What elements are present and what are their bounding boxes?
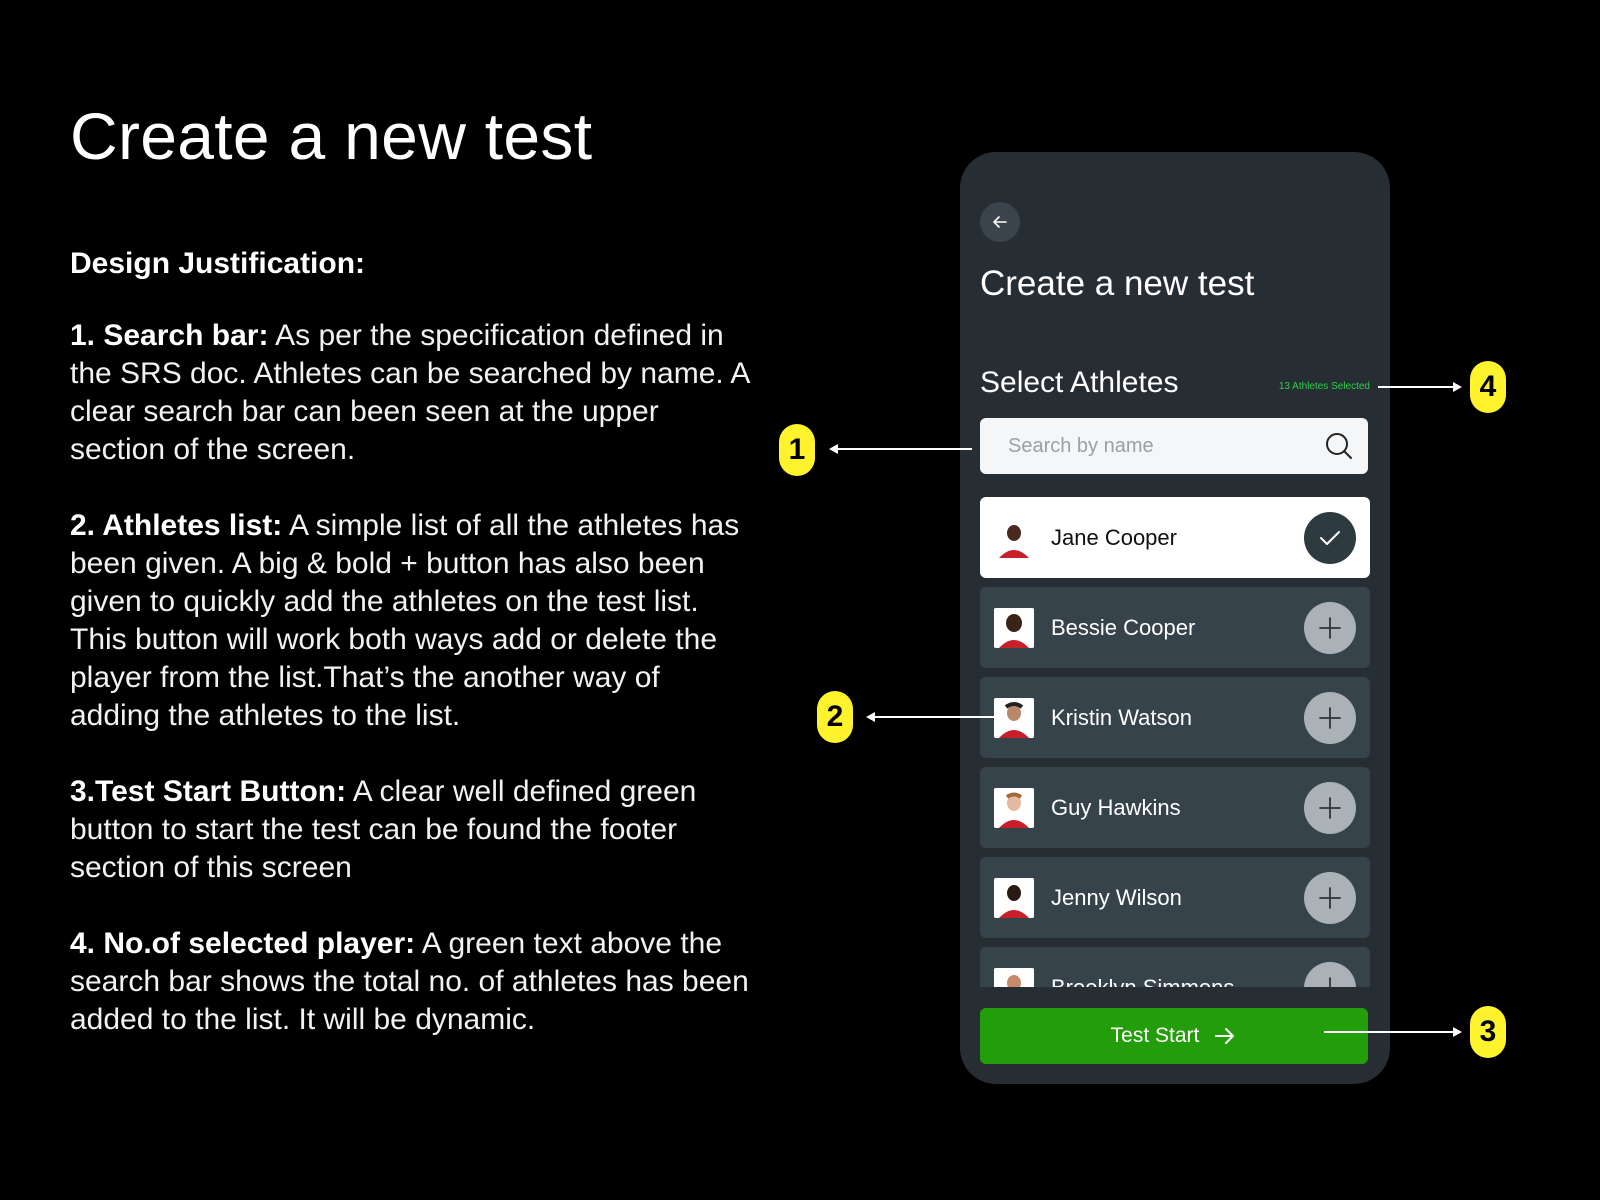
avatar: [994, 607, 1034, 648]
check-icon: [1320, 530, 1340, 545]
plus-icon: [1319, 706, 1341, 729]
point-selected-count: 4. No.of selected player: A green text a…: [70, 925, 750, 1039]
athlete-name: Bessie Cooper: [1051, 614, 1196, 640]
avatar: [994, 697, 1034, 738]
search-bar[interactable]: [980, 418, 1368, 474]
search-icon[interactable]: [1324, 431, 1354, 461]
search-input[interactable]: [1006, 433, 1290, 459]
callout-badge-2: 2: [817, 691, 853, 743]
test-start-button[interactable]: Test Start: [980, 1008, 1368, 1064]
list-item[interactable]: Kristin Watson: [980, 677, 1370, 758]
test-start-label: Test Start: [1110, 1024, 1200, 1047]
avatar: [994, 787, 1034, 828]
plus-icon: [1319, 976, 1341, 987]
callout-arrowhead: [1453, 382, 1462, 392]
callout-arrow-3: [1324, 1031, 1456, 1033]
point-test-start: 3.Test Start Button: A clear well define…: [70, 773, 750, 887]
athlete-name: Jane Cooper: [1051, 524, 1177, 550]
point-label: 3.Test Start Button:: [70, 774, 347, 808]
list-item[interactable]: Bessie Cooper: [980, 587, 1370, 668]
athlete-name: Kristin Watson: [1051, 704, 1193, 730]
design-justification-panel: Create a new test Design Justification: …: [70, 100, 750, 1077]
avatar: [994, 877, 1034, 918]
add-athlete-button[interactable]: [1304, 961, 1356, 987]
callout-arrow-1: [836, 448, 972, 450]
add-athlete-button[interactable]: [1304, 781, 1356, 834]
add-athlete-button[interactable]: [1304, 601, 1356, 654]
athlete-name: Brooklyn Simmons: [1051, 974, 1235, 988]
back-button[interactable]: [980, 202, 1020, 242]
point-athletes-list: 2. Athletes list: A simple list of all t…: [70, 507, 750, 735]
add-athlete-button[interactable]: [1304, 871, 1356, 924]
selected-count: 13 Athletes Selected: [1278, 381, 1370, 392]
list-item[interactable]: Brooklyn Simmons: [980, 947, 1370, 987]
callout-arrow-2: [873, 716, 999, 718]
list-item[interactable]: Jenny Wilson: [980, 857, 1370, 938]
phone-mockup: Create a new test Select Athletes 13 Ath…: [960, 152, 1390, 1084]
point-label: 2. Athletes list:: [70, 508, 283, 542]
avatar: [994, 517, 1034, 558]
point-label: 4. No.of selected player:: [70, 926, 416, 960]
athlete-name: Guy Hawkins: [1051, 794, 1181, 820]
slide-title: Create a new test: [70, 99, 593, 173]
list-item[interactable]: Jane Cooper: [980, 497, 1370, 578]
point-text: A simple list of all the athletes has be…: [70, 508, 740, 732]
callout-badge-3: 3: [1470, 1006, 1506, 1058]
athletes-list: Jane Cooper Bessie Cooper Kristin Watson: [980, 497, 1370, 987]
callout-arrowhead: [1453, 1027, 1462, 1037]
remove-athlete-button[interactable]: [1304, 511, 1356, 564]
callout-badge-4: 4: [1470, 361, 1506, 413]
callout-badge-1: 1: [779, 424, 815, 476]
plus-icon: [1319, 616, 1341, 639]
plus-icon: [1319, 796, 1341, 819]
add-athlete-button[interactable]: [1304, 691, 1356, 744]
arrow-left-icon: [993, 216, 1007, 228]
avatar: [994, 967, 1034, 987]
plus-icon: [1319, 886, 1341, 909]
point-search-bar: 1. Search bar: As per the specification …: [70, 317, 750, 469]
arrow-right-icon: [1215, 1028, 1235, 1044]
list-item[interactable]: Guy Hawkins: [980, 767, 1370, 848]
point-label: 1. Search bar:: [70, 318, 269, 352]
screen-title: Create a new test: [980, 264, 1255, 303]
callout-arrow-4: [1378, 386, 1456, 388]
section-title: Select Athletes: [980, 366, 1179, 399]
justification-heading: Design Justification:: [70, 246, 366, 280]
athlete-name: Jenny Wilson: [1051, 884, 1182, 910]
